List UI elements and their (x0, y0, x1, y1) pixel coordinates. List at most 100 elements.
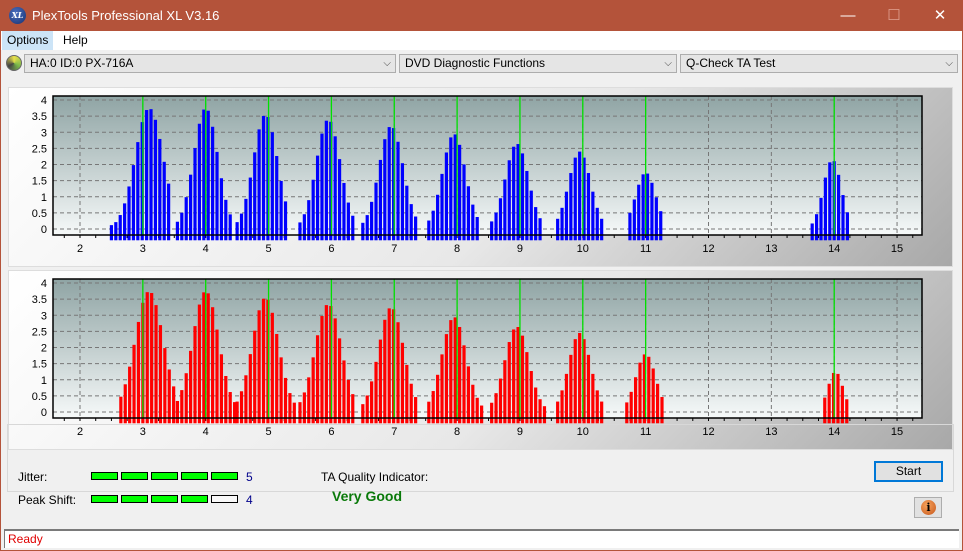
histogram-bar (361, 222, 365, 241)
histogram-bar (569, 173, 573, 241)
histogram-bar (462, 345, 466, 424)
histogram-bar (845, 399, 849, 424)
window-title: PlexTools Professional XL V3.16 (32, 8, 220, 23)
x-tick-label: 11 (640, 243, 651, 255)
histogram-bar (114, 222, 118, 241)
histogram-bar (645, 173, 650, 241)
histogram-bar (494, 393, 498, 424)
function-select-value: DVD Diagnostic Functions (405, 56, 546, 70)
histogram-bar (507, 160, 511, 241)
histogram-bar (351, 215, 355, 241)
histogram-bar (189, 174, 193, 241)
y-tick-label: 2.5 (32, 326, 47, 338)
histogram-bar (248, 177, 252, 241)
histogram-bar (219, 178, 224, 241)
histogram-bar (119, 396, 123, 424)
histogram-bar (836, 174, 841, 241)
histogram-bar (427, 220, 431, 241)
histogram-bar (361, 404, 365, 424)
top-histogram-chart: 0 0.5 1 1.5 2 2.5 3 3.5 4 2 3 4 5 6 7 8 9 10 11 12 13 14 15 (8, 87, 953, 267)
histogram-bar (315, 335, 320, 424)
histogram-bar (224, 376, 228, 424)
histogram-bar (288, 393, 292, 424)
histogram-bar (153, 119, 158, 241)
histogram-bar (444, 334, 449, 424)
histogram-bar (228, 214, 232, 241)
close-button[interactable]: ✕ (917, 0, 963, 31)
histogram-bar (337, 338, 342, 424)
histogram-bar (819, 197, 823, 241)
jitter-meter-segment (91, 472, 118, 480)
histogram-bar (184, 197, 188, 241)
histogram-bar (449, 320, 453, 424)
histogram-bar (841, 195, 845, 241)
peak-meter-segment (211, 495, 238, 503)
histogram-bar (659, 211, 663, 241)
histogram-bar (197, 304, 202, 424)
histogram-bar (283, 377, 288, 424)
histogram-bar (351, 394, 355, 424)
chevron-down-icon: ⌵ (383, 58, 391, 69)
menu-help[interactable]: Help (58, 31, 93, 50)
y-tick-label: 2.5 (32, 143, 47, 155)
y-tick-label: 1.5 (32, 359, 47, 371)
histogram-bar (145, 292, 149, 424)
test-select-value: Q-Check TA Test (686, 56, 776, 70)
histogram-bar (374, 361, 378, 424)
histogram-bar (132, 344, 136, 424)
histogram-bar (449, 137, 453, 241)
histogram-bar (193, 326, 197, 424)
histogram-bar (298, 222, 302, 241)
histogram-bar (440, 173, 444, 241)
title-bar: XL PlexTools Professional XL V3.16 — ☐ ✕ (0, 0, 963, 31)
histogram-bar (578, 151, 582, 241)
histogram-bar (215, 329, 219, 424)
bottom-histogram-svg: 00.511.522.533.542 3 4 5 6 7 8 9 10 11 12 13 14 15 (32, 278, 923, 438)
drive-select[interactable]: HA:0 ID:0 PX-716A ⌵ (24, 54, 396, 73)
test-select[interactable]: Q-Check TA Test ⌵ (680, 54, 958, 73)
maximize-button[interactable]: ☐ (871, 0, 917, 31)
jitter-label: Jitter: (18, 470, 48, 484)
histogram-bar (836, 373, 840, 424)
function-select[interactable]: DVD Diagnostic Functions ⌵ (399, 54, 677, 73)
start-button[interactable]: Start (874, 461, 943, 482)
histogram-bar (414, 216, 418, 241)
x-tick-label: 4 (203, 243, 209, 255)
histogram-bar (654, 197, 658, 241)
histogram-bar (556, 401, 560, 424)
histogram-bar (542, 406, 547, 424)
histogram-bar (109, 225, 114, 241)
minimize-button[interactable]: — (825, 0, 871, 31)
histogram-bar (628, 212, 632, 241)
histogram-bar (167, 183, 171, 241)
histogram-bar (224, 199, 228, 241)
histogram-bar (261, 115, 266, 241)
histogram-bar (400, 342, 405, 424)
info-button[interactable]: i (914, 497, 942, 518)
histogram-bar (307, 377, 311, 424)
histogram-bar (383, 319, 387, 424)
histogram-bar (211, 307, 215, 424)
histogram-bar (180, 212, 184, 241)
drive-disc-icon (6, 55, 22, 71)
x-tick-label: 7 (391, 243, 397, 255)
histogram-bar (453, 134, 457, 241)
x-tick-label: 15 (891, 243, 903, 255)
histogram-bar (427, 401, 431, 424)
bottom-histogram-chart: 0 0.5 1 1.5 2 2.5 3 3.5 4 2 3 4 5 6 7 8 9 10 11 12 13 14 15 (8, 270, 953, 450)
histogram-bar (516, 327, 520, 424)
menu-options[interactable]: Options (2, 31, 54, 50)
histogram-bar (275, 333, 279, 424)
peak-shift-label: Peak Shift: (18, 493, 77, 507)
status-bar: Ready (4, 529, 959, 548)
ta-quality-value: Very Good (332, 488, 403, 504)
histogram-bar (453, 317, 457, 424)
histogram-bar (647, 356, 651, 424)
histogram-bar (136, 321, 141, 424)
peak-shift-value: 4 (246, 493, 253, 507)
histogram-bar (145, 110, 149, 241)
top-histogram-svg: 0 0.5 1 1.5 2 2.5 3 3.5 4 2 3 4 5 6 7 8 9 10 11 12 13 14 15 (32, 95, 923, 255)
drive-select-value: HA:0 ID:0 PX-716A (30, 56, 134, 70)
histogram-bar (244, 375, 248, 424)
y-tick-label: 3 (41, 127, 47, 139)
